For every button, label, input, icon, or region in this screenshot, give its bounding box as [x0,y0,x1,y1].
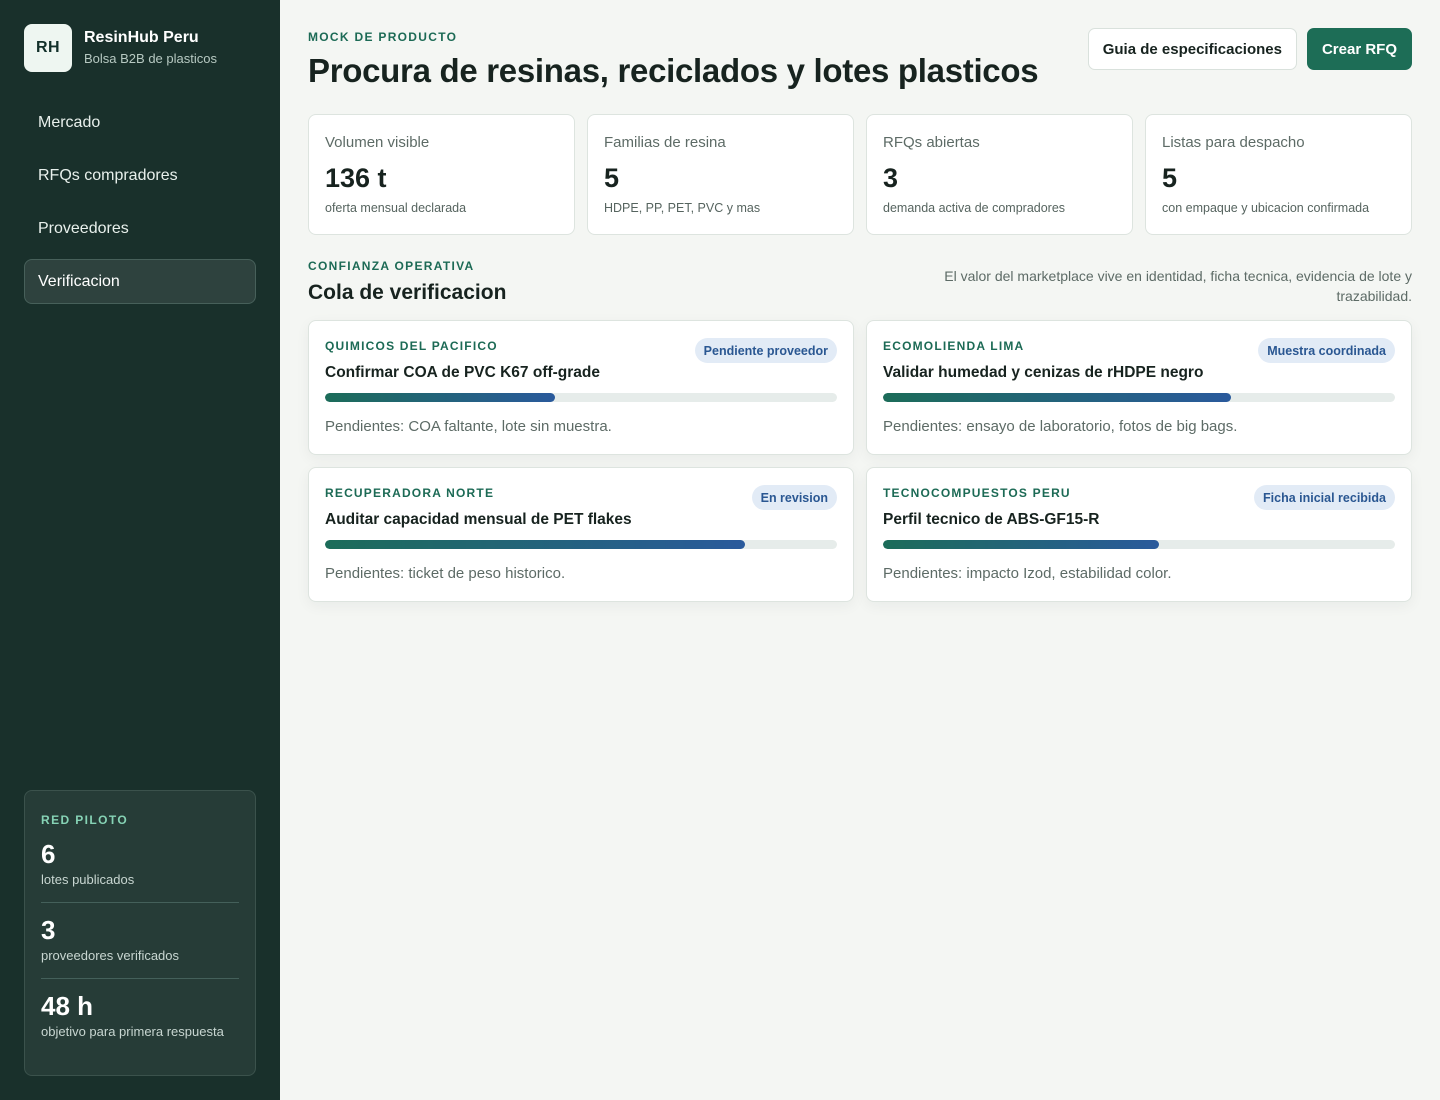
verification-card[interactable]: RECUPERADORA NORTE Auditar capacidad men… [308,467,854,602]
progress-track [325,393,837,402]
stat-value: 3 [883,163,899,193]
status-badge: Ficha inicial recibida [1254,485,1395,510]
stat-value: 5 [1162,163,1178,193]
pilot-stat-label: lotes publicados [41,872,135,887]
section-description: El valor del marketplace vive en identid… [944,268,1412,304]
status-badge: En revision [751,485,837,510]
pilot-network-panel: RED PILOTO 6 lotes publicados 3 proveedo… [24,790,256,1076]
progress-track [883,540,1395,549]
verification-pending: Pendientes: ticket de peso historico. [325,565,566,582]
section-eyebrow: CONFIANZA OPERATIVA [308,259,475,273]
stat-label: Listas para despacho [1162,134,1305,151]
create-rfq-button[interactable]: Crear RFQ [1306,28,1412,70]
verification-task: Confirmar COA de PVC K67 off-grade [325,364,601,381]
verification-pending: Pendientes: COA faltante, lote sin muest… [325,418,612,435]
section-title: Cola de verificacion [308,281,507,304]
progress-track [883,393,1395,402]
stat-card-despacho: Listas para despacho 5 con empaque y ubi… [1145,114,1412,235]
pilot-stat-value: 6 [41,839,56,869]
progress-track [325,540,837,549]
pilot-stat-proveedores: 3 proveedores verificados [41,903,239,979]
pilot-stat-label: proveedores verificados [41,948,180,963]
stat-note: HDPE, PP, PET, PVC y mas [604,201,761,215]
stat-value: 5 [604,163,620,193]
stat-card-rfqs: RFQs abiertas 3 demanda activa de compra… [866,114,1133,235]
progress-fill [325,393,556,402]
brand[interactable]: RH ResinHub Peru Bolsa B2B de plasticos [24,24,217,72]
stat-value: 136 t [325,163,387,193]
verification-card[interactable]: ECOMOLIENDA LIMA Validar humedad y ceniz… [866,320,1412,455]
stat-note: con empaque y ubicacion confirmada [1162,201,1370,215]
header-actions: Guia de especificaciones Crear RFQ [1087,28,1412,70]
stat-note: demanda activa de compradores [883,201,1066,215]
pilot-stat-value: 48 h [41,991,94,1021]
sidebar-nav: Mercado RFQs compradores Proveedores Ver… [24,100,256,312]
verification-task: Auditar capacidad mensual de PET flakes [325,511,632,528]
pilot-stat-value: 3 [41,915,56,945]
verification-task: Perfil tecnico de ABS-GF15-R [883,511,1100,528]
sidebar-item-rfqs-compradores[interactable]: RFQs compradores [24,153,256,198]
pilot-stat-respuesta: 48 h objetivo para primera respuesta [41,979,239,1054]
brand-name: ResinHub Peru [84,28,199,46]
page-title: Procura de resinas, reciclados y lotes p… [308,52,1039,89]
pilot-stat-label: objetivo para primera respuesta [41,1024,224,1039]
pilot-title: RED PILOTO [41,813,129,827]
progress-fill [883,540,1160,549]
status-badge: Muestra coordinada [1258,338,1395,363]
sidebar: RH ResinHub Peru Bolsa B2B de plasticos … [0,0,280,1100]
stats-row: Volumen visible 136 t oferta mensual dec… [308,114,1412,235]
verification-task: Validar humedad y cenizas de rHDPE negro [883,364,1204,381]
status-badge: Pendiente proveedor [694,338,837,363]
page-eyebrow: MOCK DE PRODUCTO [308,30,458,44]
brand-subtitle: Bolsa B2B de plasticos [84,50,217,66]
stat-label: Volumen visible [325,134,430,151]
verification-pending: Pendientes: impacto Izod, estabilidad co… [883,565,1172,582]
verification-card[interactable]: TECNOCOMPUESTOS PERU Perfil tecnico de A… [866,467,1412,602]
stat-label: Familias de resina [604,134,726,151]
stat-card-familias: Familias de resina 5 HDPE, PP, PET, PVC … [587,114,854,235]
pilot-stat-lotes: 6 lotes publicados [41,827,239,903]
spec-guide-button[interactable]: Guia de especificaciones [1087,28,1297,70]
sidebar-item-mercado[interactable]: Mercado [24,100,256,145]
verification-pending: Pendientes: ensayo de laboratorio, fotos… [883,418,1238,435]
brand-text: ResinHub Peru Bolsa B2B de plasticos [84,28,217,69]
stat-note: oferta mensual declarada [325,201,467,215]
verification-card[interactable]: QUIMICOS DEL PACIFICO Confirmar COA de P… [308,320,854,455]
sidebar-item-verificacion[interactable]: Verificacion [24,259,256,304]
stat-card-volumen: Volumen visible 136 t oferta mensual dec… [308,114,575,235]
progress-fill [325,540,745,549]
progress-fill [883,393,1232,402]
sidebar-item-proveedores[interactable]: Proveedores [24,206,256,251]
stat-label: RFQs abiertas [883,134,980,151]
brand-logo: RH [24,24,72,72]
